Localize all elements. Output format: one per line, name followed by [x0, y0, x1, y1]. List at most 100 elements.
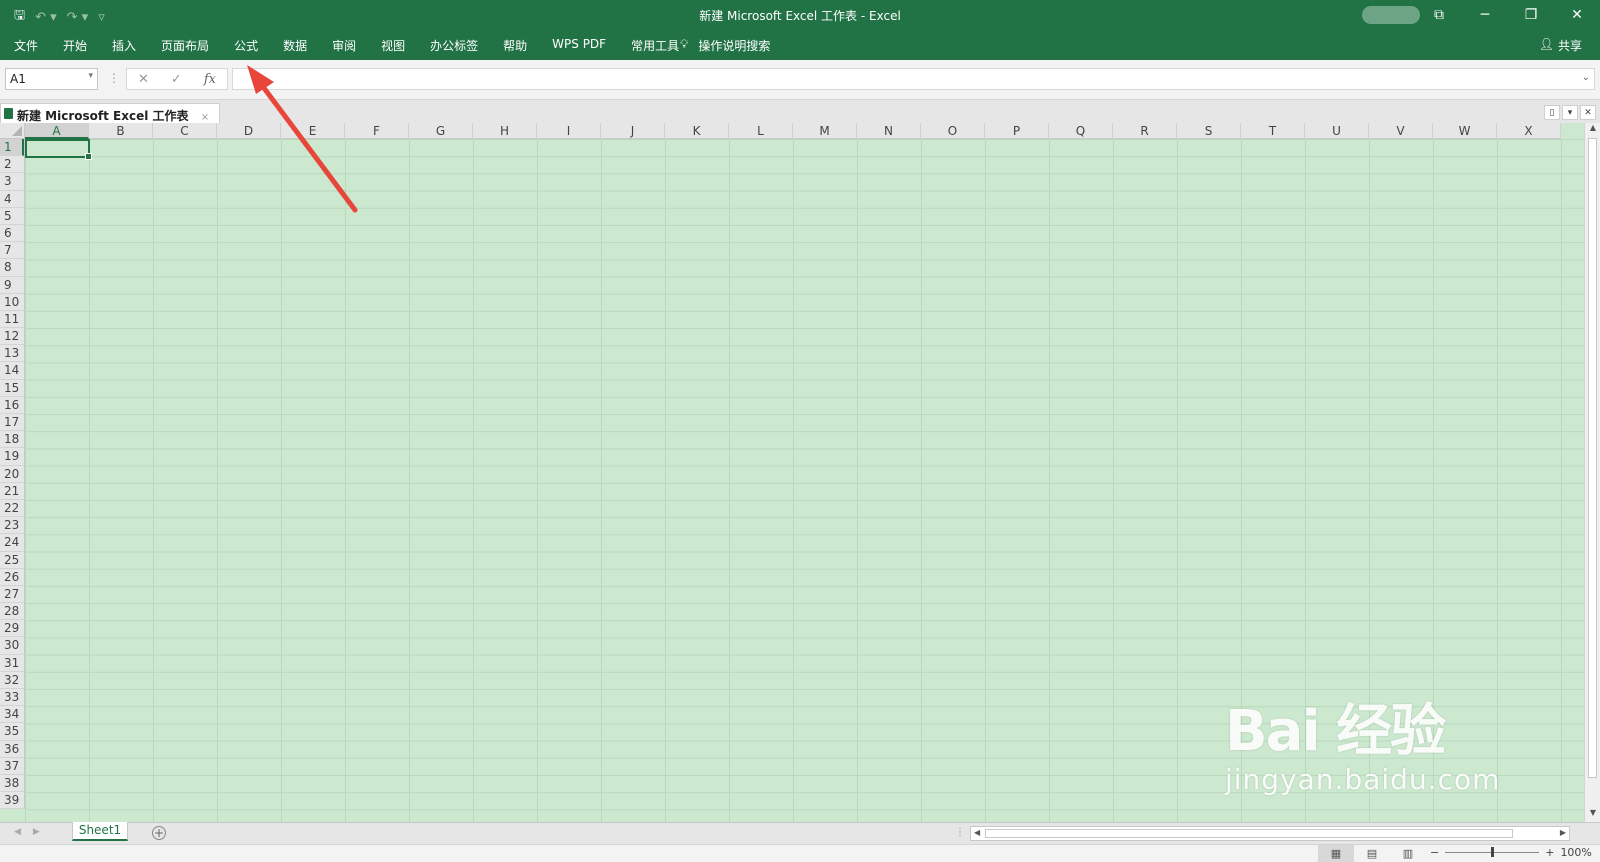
formula-bar-grip-icon[interactable]: ⋮ — [108, 71, 120, 85]
close-icon[interactable]: ✕ — [1554, 0, 1600, 30]
row-header-15[interactable]: 15 — [0, 380, 24, 397]
row-header-30[interactable]: 30 — [0, 637, 24, 655]
row-header-31[interactable]: 31 — [0, 655, 24, 672]
column-header-f[interactable]: F — [345, 123, 409, 139]
row-header-1[interactable]: 1 — [0, 139, 24, 157]
tab-review[interactable]: 审阅 — [332, 37, 356, 54]
row-header-23[interactable]: 23 — [0, 517, 24, 535]
row-header-6[interactable]: 6 — [0, 225, 24, 243]
column-header-w[interactable]: W — [1433, 123, 1497, 139]
sheet-tab-sheet1[interactable]: Sheet1 — [72, 822, 128, 841]
zoom-in-icon[interactable]: + — [1545, 846, 1554, 859]
normal-view-icon[interactable]: ▦ — [1318, 845, 1354, 862]
row-header-22[interactable]: 22 — [0, 500, 24, 518]
row-header-16[interactable]: 16 — [0, 397, 24, 414]
tab-insert[interactable]: 插入 — [112, 37, 136, 54]
close-tab-icon[interactable]: × — [201, 112, 209, 123]
share-button[interactable]: 👤︎ 共享 — [1539, 37, 1582, 54]
column-header-u[interactable]: U — [1305, 123, 1369, 139]
row-header-5[interactable]: 5 — [0, 208, 24, 225]
tell-me-search[interactable]: 💡︎ 操作说明搜索 — [680, 37, 770, 54]
workbook-tab[interactable]: 新建 Microsoft Excel 工作表 × — [0, 103, 221, 123]
column-header-h[interactable]: H — [473, 123, 537, 139]
horizontal-scrollbar[interactable]: ◀ ▶ — [970, 826, 1570, 841]
row-header-32[interactable]: 32 — [0, 672, 24, 689]
chevron-down-icon[interactable]: ▾ — [88, 71, 93, 81]
zoom-level[interactable]: 100% — [1560, 846, 1591, 859]
row-header-37[interactable]: 37 — [0, 758, 24, 775]
row-header-21[interactable]: 21 — [0, 483, 24, 500]
page-break-view-icon[interactable]: ▥ — [1390, 845, 1426, 862]
column-header-t[interactable]: T — [1241, 123, 1305, 139]
ribbon-display-icon[interactable]: ⧉ — [1416, 0, 1462, 30]
row-header-7[interactable]: 7 — [0, 242, 24, 260]
column-header-o[interactable]: O — [921, 123, 985, 139]
scroll-left-icon[interactable]: ◀ — [974, 828, 980, 837]
tab-list-icon[interactable]: ▾ — [1562, 105, 1578, 120]
row-header-25[interactable]: 25 — [0, 552, 24, 569]
horizontal-scroll-thumb[interactable] — [985, 829, 1513, 838]
scroll-right-icon[interactable]: ▶ — [1560, 828, 1566, 837]
new-tab-icon[interactable]: ▯ — [1544, 105, 1560, 120]
column-header-i[interactable]: I — [537, 123, 601, 139]
row-header-38[interactable]: 38 — [0, 775, 24, 793]
tab-help[interactable]: 帮助 — [503, 37, 527, 54]
column-header-s[interactable]: S — [1177, 123, 1241, 139]
row-header-24[interactable]: 24 — [0, 534, 24, 552]
row-header-36[interactable]: 36 — [0, 741, 24, 758]
enter-icon[interactable]: ✓ — [171, 72, 182, 87]
row-header-39[interactable]: 39 — [0, 792, 24, 810]
minimize-icon[interactable]: ─ — [1462, 0, 1508, 30]
column-header-m[interactable]: M — [793, 123, 857, 139]
row-header-17[interactable]: 17 — [0, 414, 24, 432]
expand-formula-bar-icon[interactable]: ⌄ — [1582, 72, 1590, 83]
tab-page-layout[interactable]: 页面布局 — [161, 37, 209, 54]
tab-formulas[interactable]: 公式 — [234, 37, 258, 54]
add-sheet-icon[interactable]: + — [152, 826, 166, 840]
row-header-11[interactable]: 11 — [0, 311, 24, 329]
row-header-26[interactable]: 26 — [0, 569, 24, 586]
column-header-b[interactable]: B — [89, 123, 153, 139]
row-header-34[interactable]: 34 — [0, 706, 24, 724]
close-window-icon[interactable]: ✕ — [1580, 105, 1596, 120]
name-box[interactable]: A1 ▾ — [5, 68, 98, 90]
column-header-e[interactable]: E — [281, 123, 345, 139]
page-layout-view-icon[interactable]: ▤ — [1354, 845, 1390, 862]
select-all-button[interactable] — [0, 123, 25, 139]
column-header-r[interactable]: R — [1113, 123, 1177, 139]
row-header-19[interactable]: 19 — [0, 448, 24, 466]
zoom-slider-knob[interactable] — [1491, 847, 1495, 857]
tab-wps-pdf[interactable]: WPS PDF — [552, 37, 606, 54]
row-header-2[interactable]: 2 — [0, 156, 24, 174]
column-header-d[interactable]: D — [217, 123, 281, 139]
column-header-q[interactable]: Q — [1049, 123, 1113, 139]
row-header-8[interactable]: 8 — [0, 259, 24, 277]
cancel-icon[interactable]: ✕ — [138, 72, 149, 87]
column-header-p[interactable]: P — [985, 123, 1049, 139]
zoom-out-icon[interactable]: − — [1430, 846, 1439, 859]
split-handle-icon[interactable]: ⋮ — [955, 827, 965, 838]
column-header-k[interactable]: K — [665, 123, 729, 139]
active-cell[interactable] — [25, 139, 92, 160]
formula-input[interactable]: ⌄ — [232, 68, 1595, 90]
row-header-20[interactable]: 20 — [0, 466, 24, 483]
row-header-18[interactable]: 18 — [0, 431, 24, 449]
column-header-n[interactable]: N — [857, 123, 921, 139]
column-header-a[interactable]: A — [25, 123, 89, 139]
insert-function-icon[interactable]: fx — [204, 72, 216, 87]
zoom-slider[interactable] — [1445, 847, 1540, 857]
row-header-28[interactable]: 28 — [0, 603, 24, 621]
restore-icon[interactable]: ❐ — [1508, 0, 1554, 30]
vertical-scroll-thumb[interactable] — [1588, 138, 1597, 778]
column-header-c[interactable]: C — [153, 123, 217, 139]
row-header-9[interactable]: 9 — [0, 277, 24, 294]
column-header-l[interactable]: L — [729, 123, 793, 139]
vertical-scrollbar[interactable]: ▲ ▼ — [1584, 123, 1600, 822]
row-header-4[interactable]: 4 — [0, 191, 24, 208]
tab-office-tab[interactable]: 办公标签 — [430, 37, 478, 54]
sheet-nav-arrows[interactable]: ◀▶ — [14, 827, 52, 837]
tab-view[interactable]: 视图 — [381, 37, 405, 54]
row-header-12[interactable]: 12 — [0, 328, 24, 346]
scroll-up-icon[interactable]: ▲ — [1585, 123, 1600, 137]
column-header-v[interactable]: V — [1369, 123, 1433, 139]
